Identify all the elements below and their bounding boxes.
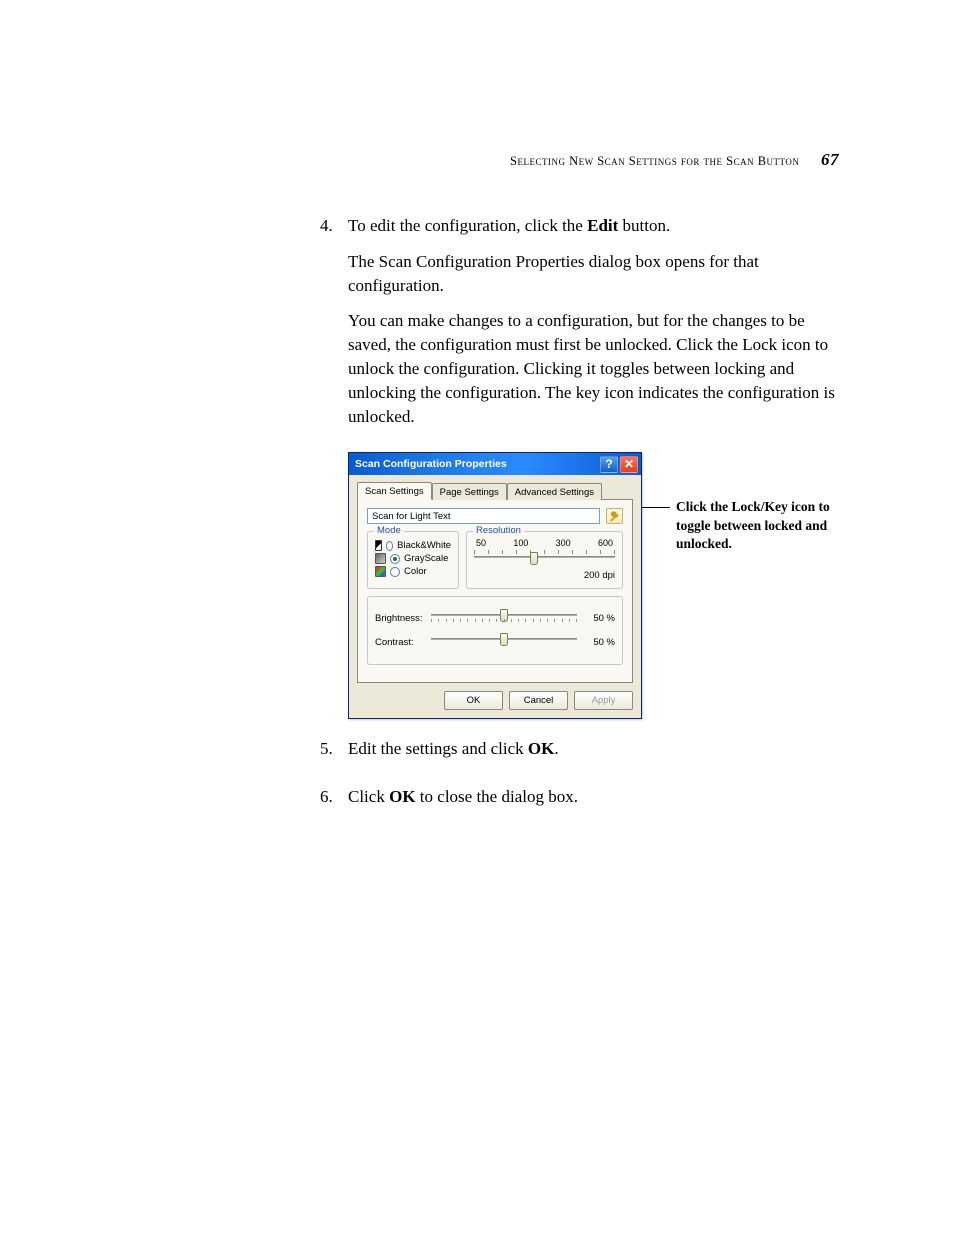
contrast-value: 50 % xyxy=(585,637,615,648)
help-button[interactable]: ? xyxy=(600,456,618,473)
callout-text: Click the Lock/Key icon to toggle betwee… xyxy=(676,498,836,553)
step5-pre: Edit the settings and click xyxy=(348,739,528,758)
step6-ok-bold: OK xyxy=(389,787,415,806)
mode-gray-label: GrayScale xyxy=(404,553,448,564)
step6-pre: Click xyxy=(348,787,389,806)
step4-line1-pre: To edit the configuration, click the xyxy=(348,216,587,235)
tick-50: 50 xyxy=(476,538,486,548)
color-icon xyxy=(375,566,386,577)
step6-post: to close the dialog box. xyxy=(416,787,578,806)
cancel-button[interactable]: Cancel xyxy=(509,691,568,710)
step-6-number: 6. xyxy=(320,785,348,821)
step4-line1-post: button. xyxy=(618,216,670,235)
step-4: 4. To edit the configuration, click the … xyxy=(320,214,839,440)
resolution-legend: Resolution xyxy=(473,525,524,536)
brightness-slider[interactable] xyxy=(431,609,577,627)
step-5-number: 5. xyxy=(320,737,348,773)
mode-color-label: Color xyxy=(404,566,427,577)
step4-p3: You can make changes to a configuration,… xyxy=(348,309,839,428)
bw-icon xyxy=(375,540,382,551)
tab-scan-settings[interactable]: Scan Settings xyxy=(357,482,432,500)
tick-300: 300 xyxy=(556,538,571,548)
resolution-value: 200 dpi xyxy=(474,570,615,581)
dialog-title: Scan Configuration Properties xyxy=(355,458,507,470)
tab-page-settings[interactable]: Page Settings xyxy=(432,483,507,500)
callout-connector xyxy=(642,507,670,508)
step4-p2: The Scan Configuration Properties dialog… xyxy=(348,250,839,298)
apply-button: Apply xyxy=(574,691,633,710)
brightness-label: Brightness: xyxy=(375,613,423,624)
ok-button[interactable]: OK xyxy=(444,691,503,710)
header-title: Selecting New Scan Settings for the Scan… xyxy=(510,154,799,168)
grayscale-icon xyxy=(375,553,386,564)
lock-key-icon[interactable] xyxy=(606,508,623,524)
contrast-label: Contrast: xyxy=(375,637,423,648)
step5-ok-bold: OK xyxy=(528,739,554,758)
step4-edit-bold: Edit xyxy=(587,216,618,235)
radio-grayscale[interactable] xyxy=(390,554,400,564)
contrast-slider[interactable] xyxy=(431,633,577,651)
step-4-number: 4. xyxy=(320,214,348,440)
mode-bw-label: Black&White xyxy=(397,540,451,551)
dialog-titlebar: Scan Configuration Properties ? ✕ xyxy=(349,453,641,475)
resolution-group: Resolution 50 100 300 600 xyxy=(466,531,623,589)
page-number: 67 xyxy=(821,150,839,169)
config-name-input[interactable] xyxy=(367,508,600,524)
brightness-contrast-group: Brightness: 50 % Contrast: xyxy=(367,596,623,665)
step-6: 6. Click OK to close the dialog box. xyxy=(320,785,839,821)
tick-600: 600 xyxy=(598,538,613,548)
resolution-slider[interactable] xyxy=(474,550,615,564)
close-button[interactable]: ✕ xyxy=(620,456,638,473)
step-5: 5. Edit the settings and click OK. xyxy=(320,737,839,773)
scan-config-dialog: Scan Configuration Properties ? ✕ Scan S… xyxy=(348,452,642,719)
tab-advanced-settings[interactable]: Advanced Settings xyxy=(507,483,602,500)
running-header: Selecting New Scan Settings for the Scan… xyxy=(120,150,839,170)
tick-100: 100 xyxy=(513,538,528,548)
mode-group: Mode Black&White GrayScale xyxy=(367,531,459,589)
brightness-value: 50 % xyxy=(585,613,615,624)
mode-legend: Mode xyxy=(374,525,404,536)
radio-bw[interactable] xyxy=(386,541,393,551)
radio-color[interactable] xyxy=(390,567,400,577)
step5-post: . xyxy=(554,739,558,758)
